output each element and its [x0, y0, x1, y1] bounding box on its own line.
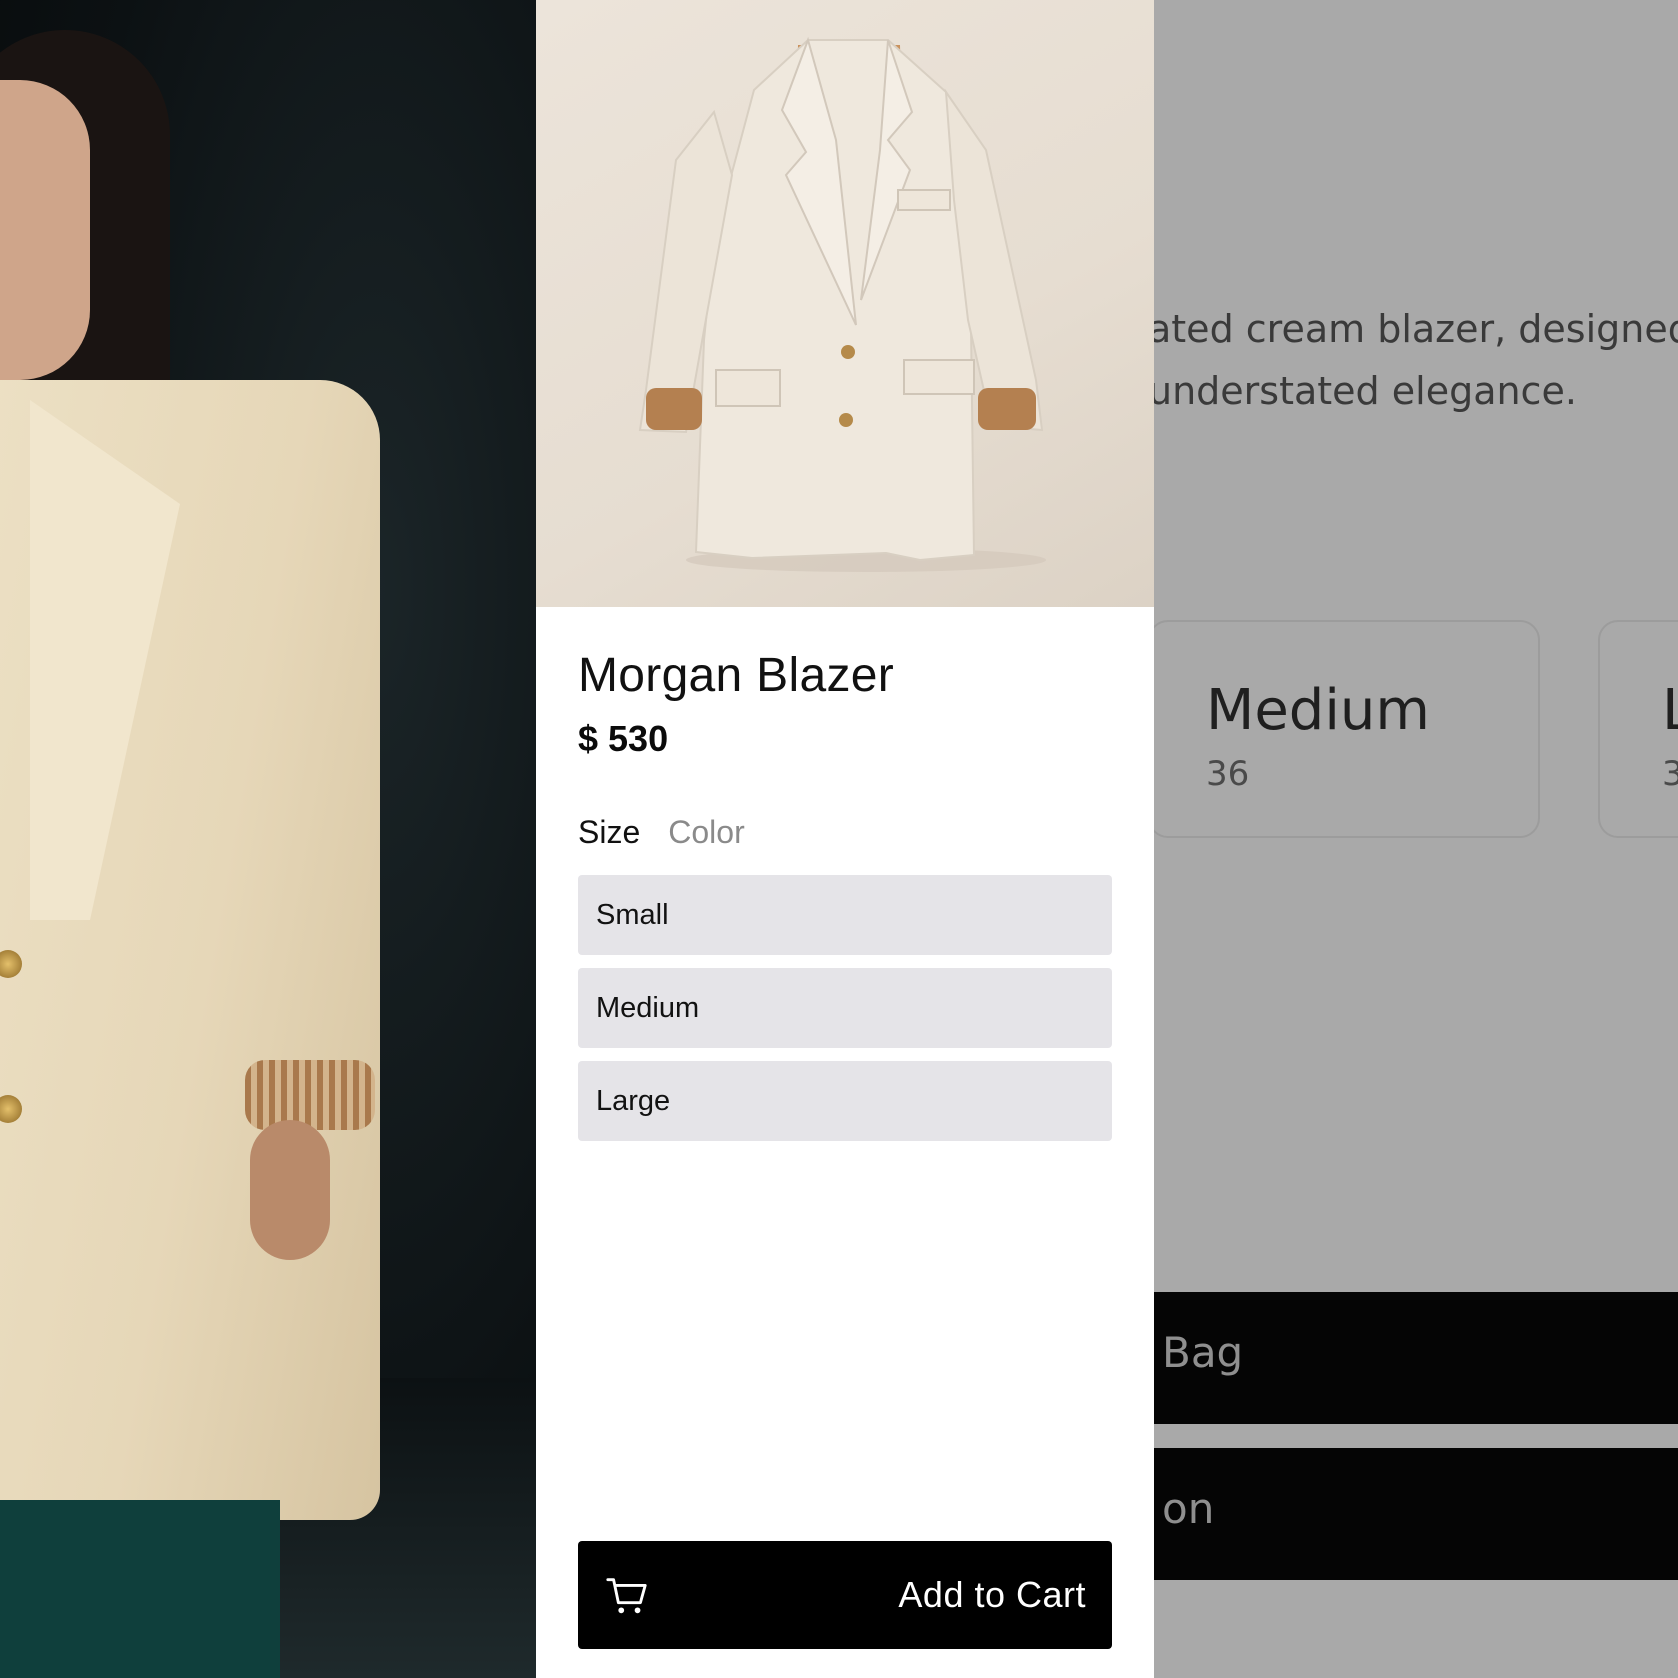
tab-size[interactable]: Size — [578, 814, 640, 851]
product-price: $ 530 — [578, 718, 669, 759]
background-size-name: Medium — [1206, 678, 1430, 743]
background-size-card: L 3 — [1598, 620, 1678, 838]
background-button-label: Bag — [1162, 1328, 1244, 1377]
background-size-card: Medium 36 — [1154, 620, 1540, 838]
model-face — [0, 80, 90, 380]
background-description-line: understated elegance. — [1154, 369, 1577, 413]
model-cuff — [245, 1060, 375, 1130]
background-bag-button: Bag — [1154, 1292, 1678, 1424]
background-page: ated cream blazer, designed understated … — [1154, 0, 1678, 1678]
option-tabs: Size Color — [578, 814, 745, 851]
cart-icon — [606, 1578, 647, 1614]
model-photo — [0, 0, 536, 1678]
size-option-small[interactable]: Small — [578, 875, 1112, 955]
background-size-number: 36 — [1206, 754, 1250, 794]
size-option-medium[interactable]: Medium — [578, 968, 1112, 1048]
add-to-cart-button[interactable]: Add to Cart — [578, 1541, 1112, 1649]
product-image — [536, 0, 1154, 607]
model-hand — [250, 1120, 330, 1260]
tab-color[interactable]: Color — [668, 814, 744, 851]
blazer-illustration — [638, 36, 1046, 572]
background-size-number: 3 — [1662, 754, 1678, 794]
background-size-name: L — [1662, 678, 1678, 743]
product-title: Morgan Blazer — [578, 649, 895, 702]
background-description-line: ated cream blazer, designed — [1154, 307, 1678, 351]
background-secondary-button: on — [1154, 1448, 1678, 1580]
background-button-label: on — [1162, 1484, 1215, 1533]
model-pants — [0, 1500, 280, 1678]
background-description: ated cream blazer, designed understated … — [1154, 298, 1678, 422]
add-to-cart-label: Add to Cart — [898, 1574, 1086, 1615]
size-list: Small Medium Large — [578, 875, 1112, 1154]
product-panel: Morgan Blazer $ 530 Size Color Small Med… — [536, 0, 1154, 1678]
size-option-large[interactable]: Large — [578, 1061, 1112, 1141]
